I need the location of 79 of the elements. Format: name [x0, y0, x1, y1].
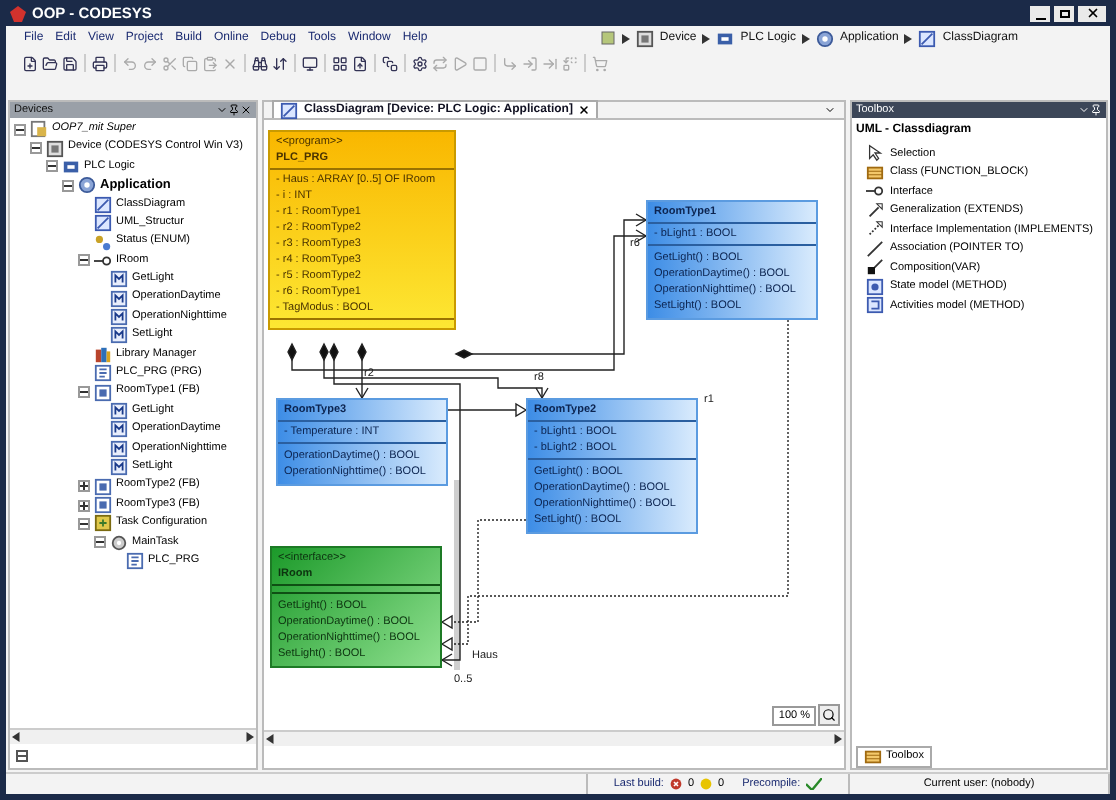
warning-icon	[700, 778, 713, 790]
grid-icon[interactable]	[332, 55, 348, 71]
new-file-icon[interactable]	[22, 55, 38, 71]
method-icon	[110, 270, 128, 289]
collapse-toggle[interactable]	[30, 142, 42, 155]
collapse-toggle[interactable]	[62, 179, 74, 192]
expand-toggle[interactable]	[78, 480, 90, 493]
expand-toggle[interactable]	[78, 499, 90, 511]
minimize-button[interactable]	[1030, 5, 1050, 21]
diagram-icon	[280, 101, 298, 119]
program-icon	[94, 364, 112, 383]
block-icon	[94, 383, 112, 402]
interface-icon	[866, 182, 884, 201]
panel-icon[interactable]	[16, 750, 28, 762]
chevron-icon	[702, 33, 711, 43]
chevron-icon	[904, 33, 913, 43]
collapse-toggle[interactable]	[78, 254, 90, 267]
collapse-toggle[interactable]	[46, 160, 58, 173]
state-model-icon	[866, 277, 884, 296]
books-icon	[94, 345, 112, 364]
home-icon	[599, 30, 616, 46]
scroll-left-icon	[266, 734, 276, 744]
chevron-icon	[621, 33, 630, 43]
app-logo-icon	[10, 5, 26, 21]
generalization-icon	[866, 201, 884, 220]
open-folder-icon[interactable]	[42, 55, 58, 71]
composition-icon	[866, 258, 884, 277]
device-icon	[635, 29, 654, 47]
class-icon	[866, 163, 884, 182]
activity-model-icon	[866, 296, 884, 315]
dropdown-icon[interactable]	[1078, 104, 1090, 116]
interface-icon	[94, 251, 112, 270]
method-icon	[110, 326, 128, 345]
horizontal-scrollbar[interactable]	[264, 730, 844, 746]
close-icon[interactable]	[240, 104, 252, 116]
scroll-right-icon	[244, 732, 254, 742]
collapse-toggle[interactable]	[78, 386, 90, 399]
implementation-icon	[866, 220, 884, 239]
collapse-toggle[interactable]	[78, 517, 90, 530]
method-icon	[110, 420, 128, 439]
task-config-icon	[94, 514, 112, 533]
tab-menu-icon[interactable]	[824, 104, 836, 116]
device-icon	[46, 139, 64, 158]
method-icon	[110, 308, 128, 327]
search-icon	[822, 708, 836, 722]
generalization-arrow	[445, 402, 528, 418]
binoculars-icon[interactable]	[252, 55, 268, 71]
sort-icon[interactable]	[272, 55, 288, 71]
maximize-button[interactable]	[1054, 5, 1074, 21]
diagram-icon	[94, 214, 112, 233]
chevron-icon	[801, 33, 810, 43]
diagram-icon	[94, 195, 112, 214]
stack-icon[interactable]	[382, 55, 398, 71]
program-icon	[126, 552, 144, 571]
scroll-left-icon	[12, 732, 22, 742]
horizontal-scrollbar[interactable]	[10, 728, 256, 744]
pointer-icon	[866, 144, 884, 163]
print-icon[interactable]	[92, 55, 108, 71]
zoom-button[interactable]	[818, 704, 840, 726]
method-icon	[110, 439, 128, 458]
enum-icon	[94, 233, 112, 252]
close-icon[interactable]	[578, 104, 591, 116]
collapse-toggle[interactable]	[14, 123, 26, 136]
chip-icon	[62, 157, 80, 176]
close-icon	[1085, 6, 1099, 20]
diagram-icon	[918, 29, 937, 47]
method-icon	[110, 289, 128, 308]
association-icon	[866, 239, 884, 258]
file-up-icon[interactable]	[352, 55, 368, 71]
save-icon[interactable]	[62, 55, 78, 71]
collapse-toggle[interactable]	[94, 536, 106, 549]
class-icon	[864, 748, 882, 766]
pin-icon[interactable]	[228, 104, 240, 116]
close-button[interactable]	[1078, 5, 1106, 21]
scroll-right-icon	[832, 734, 842, 744]
project-icon	[30, 120, 48, 139]
monitor-icon[interactable]	[302, 55, 318, 71]
method-icon	[110, 402, 128, 421]
method-icon	[110, 458, 128, 477]
